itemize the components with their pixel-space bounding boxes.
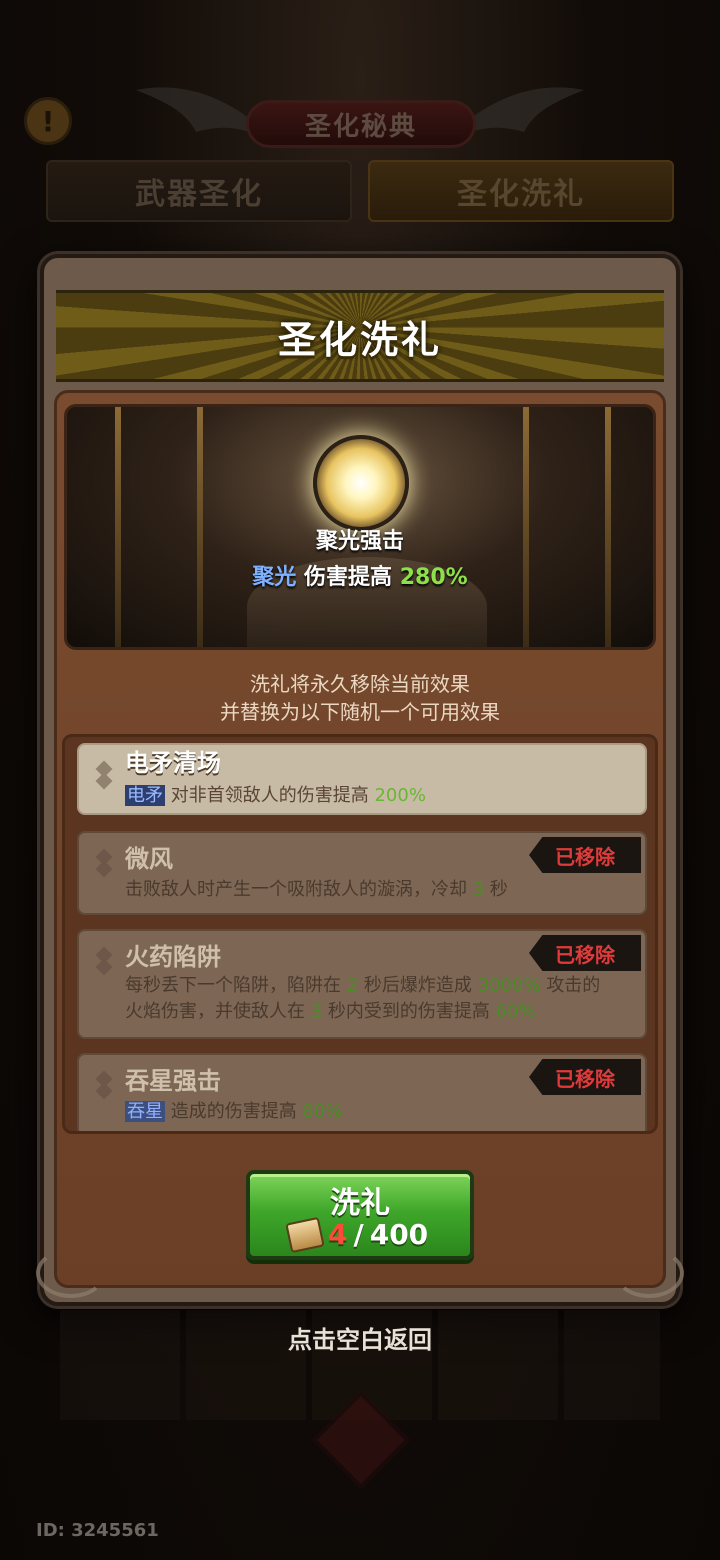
left-wing-icon [136,87,254,134]
option-value: 60% [495,1001,536,1022]
skill-value: 280% [399,565,468,590]
cost-have: 4 [328,1218,348,1251]
option-title: 电矛清场 [125,749,221,777]
cost-separator: / [353,1218,364,1251]
list-item: 微风 击败敌人时产生一个吸附敌人的漩涡，冷却 3 秒 已移除 [77,831,647,915]
list-item: 电矛清场 电矛 对非首领敌人的伤害提高 200% [77,743,647,815]
user-id: ID: 3245561 [36,1520,159,1541]
option-title: 火药陷阱 [125,943,221,971]
skill-orb-icon [313,435,409,531]
option-desc: 击败敌人时产生一个吸附敌人的漩涡，冷却 3 秒 [125,877,625,903]
option-value: 2 [346,975,359,996]
current-skill-scene: 聚光强击 聚光 伤害提高 280% [64,404,656,650]
removed-badge: 已移除 [529,935,641,971]
banner-title: 圣化洗礼 [277,317,442,362]
rune-icon [91,851,117,877]
baptism-button[interactable]: 洗礼 4 / 400 [246,1170,474,1260]
option-tag: 电矛 [125,785,165,806]
option-title: 微风 [125,845,173,873]
page-title: 圣化秘典 [246,100,476,148]
option-desc-text: 击败敌人时产生一个吸附敌人的漩涡，冷却 [125,879,467,900]
tab-sanctify-baptism[interactable]: 圣化洗礼 [368,160,674,222]
option-desc: 每秒丢下一个陷阱，陷阱在 2 秒后爆炸造成 3000% 攻击的 火焰伤害，并使敌… [125,973,635,1025]
option-desc-text: 造成的伤害提高 [170,1101,297,1122]
current-skill-name: 聚光强击 [315,529,404,554]
option-desc-text: 秒后爆炸造成 [363,975,472,996]
list-item: 吞星强击 吞星 造成的伤害提高 80% 已移除 [77,1053,647,1131]
option-value: 3 [472,879,485,900]
option-desc: 电矛 对非首领敌人的伤害提高 200% [125,783,625,809]
skill-tag: 聚光 [252,565,297,590]
list-item: 火药陷阱 每秒丢下一个陷阱，陷阱在 2 秒后爆炸造成 3000% 攻击的 火焰伤… [77,929,647,1039]
baptism-cost: 4 / 400 [285,1216,429,1253]
option-title: 吞星强击 [125,1067,221,1095]
option-desc-text: 对非首领敌人的伤害提高 [170,785,369,806]
tab-weapon-sanctify[interactable]: 武器圣化 [46,160,352,222]
option-value: 200% [374,785,426,806]
notice-line-2: 并替换为以下随机一个可用效果 [220,700,500,724]
option-value: 80% [302,1101,343,1122]
panel-banner: 圣化洗礼 [56,290,664,382]
removed-badge: 已移除 [529,837,641,873]
option-desc-text: 攻击的 [546,975,601,996]
removed-badge: 已移除 [529,1059,641,1095]
skill-effect-text: 伤害提高 [304,565,393,590]
right-wing-icon [466,87,584,134]
effect-list[interactable]: 电矛清场 电矛 对非首领敌人的伤害提高 200% 微风 击败敌人时产生一个吸附敌… [62,734,658,1134]
scroll-icon [285,1216,325,1253]
exclamation-icon: ! [41,104,55,138]
notice-line-1: 洗礼将永久移除当前效果 [250,672,470,696]
tab-bar: 武器圣化 圣化洗礼 [46,160,674,222]
current-skill-desc: 聚光 伤害提高 280% [67,559,653,591]
option-desc: 吞星 造成的伤害提高 80% [125,1099,625,1125]
baptism-button-label: 洗礼 [330,1186,390,1221]
tap-to-return-hint: 点击空白返回 [288,1326,432,1354]
info-button[interactable]: ! [24,97,72,145]
rune-icon [91,763,117,789]
option-unit: 秒 [489,879,508,900]
option-desc-text: 秒内受到的伤害提高 [327,1001,490,1022]
option-value: 3 [310,1001,323,1022]
cost-need: 400 [369,1218,429,1251]
option-desc-text: 每秒丢下一个陷阱，陷阱在 [125,975,341,996]
corner-ornament [614,1248,684,1298]
option-tag: 吞星 [125,1101,165,1122]
rune-icon [91,949,117,975]
option-value: 3000% [477,975,541,996]
corner-ornament [36,1248,106,1298]
option-desc-text: 火焰伤害，并使敌人在 [125,1001,305,1022]
rune-icon [91,1073,117,1099]
